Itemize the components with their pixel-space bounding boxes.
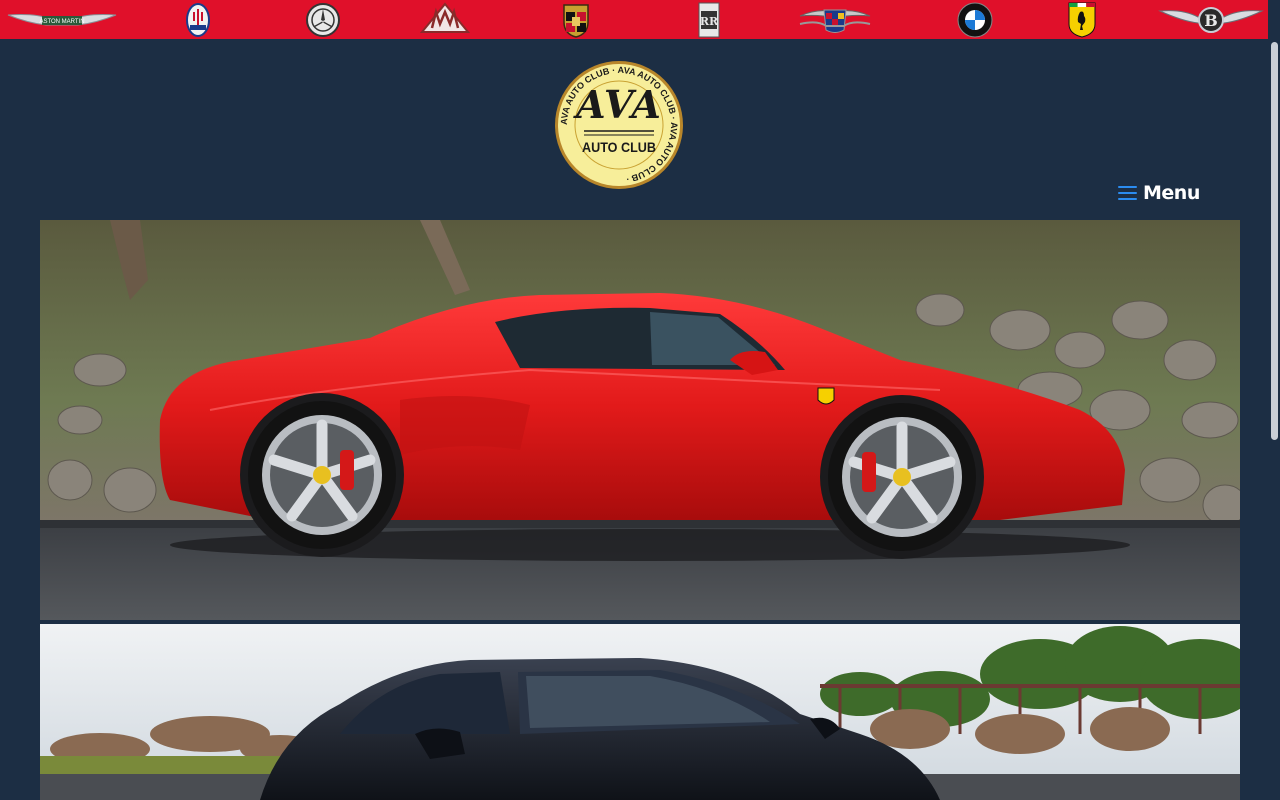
black-sedan-photo [40, 624, 1240, 800]
logo-subtitle: AUTO CLUB [582, 139, 656, 155]
cadillac-logo-icon[interactable] [798, 2, 872, 37]
bmw-logo-icon[interactable] [956, 2, 994, 37]
svg-text:B: B [1204, 11, 1218, 30]
ferrari-logo-icon[interactable] [1066, 2, 1098, 38]
maybach-logo-icon[interactable] [420, 1, 470, 37]
mercedes-benz-logo-icon[interactable] [303, 2, 343, 37]
hero-image-black-sedan [40, 624, 1240, 800]
bentley-logo-icon[interactable]: B [1158, 2, 1264, 37]
scrollbar-thumb[interactable] [1271, 42, 1278, 440]
hero-image-red-sports-car [40, 220, 1240, 620]
aston-martin-logo-icon[interactable]: ASTON MARTIN [6, 2, 118, 37]
porsche-logo-icon[interactable] [561, 2, 591, 38]
logo-title: AVA [576, 82, 662, 127]
red-sports-car-photo [40, 220, 1240, 620]
rolls-royce-logo-icon[interactable]: RR [697, 2, 721, 37]
svg-text:ASTON MARTIN: ASTON MARTIN [39, 19, 84, 25]
menu-label: Menu [1143, 182, 1200, 204]
ava-auto-club-logo[interactable]: AVA AUTO CLUB · AVA AUTO CLUB · AVA AUTO… [552, 60, 686, 190]
hamburger-icon [1118, 186, 1137, 200]
svg-text:RR: RR [700, 15, 719, 28]
menu-button[interactable]: Menu [1118, 181, 1200, 205]
brand-logo-strip: ASTON MARTIN RR B [0, 0, 1268, 39]
maserati-logo-icon[interactable] [184, 2, 212, 37]
page-scrollbar[interactable] [1268, 0, 1280, 800]
